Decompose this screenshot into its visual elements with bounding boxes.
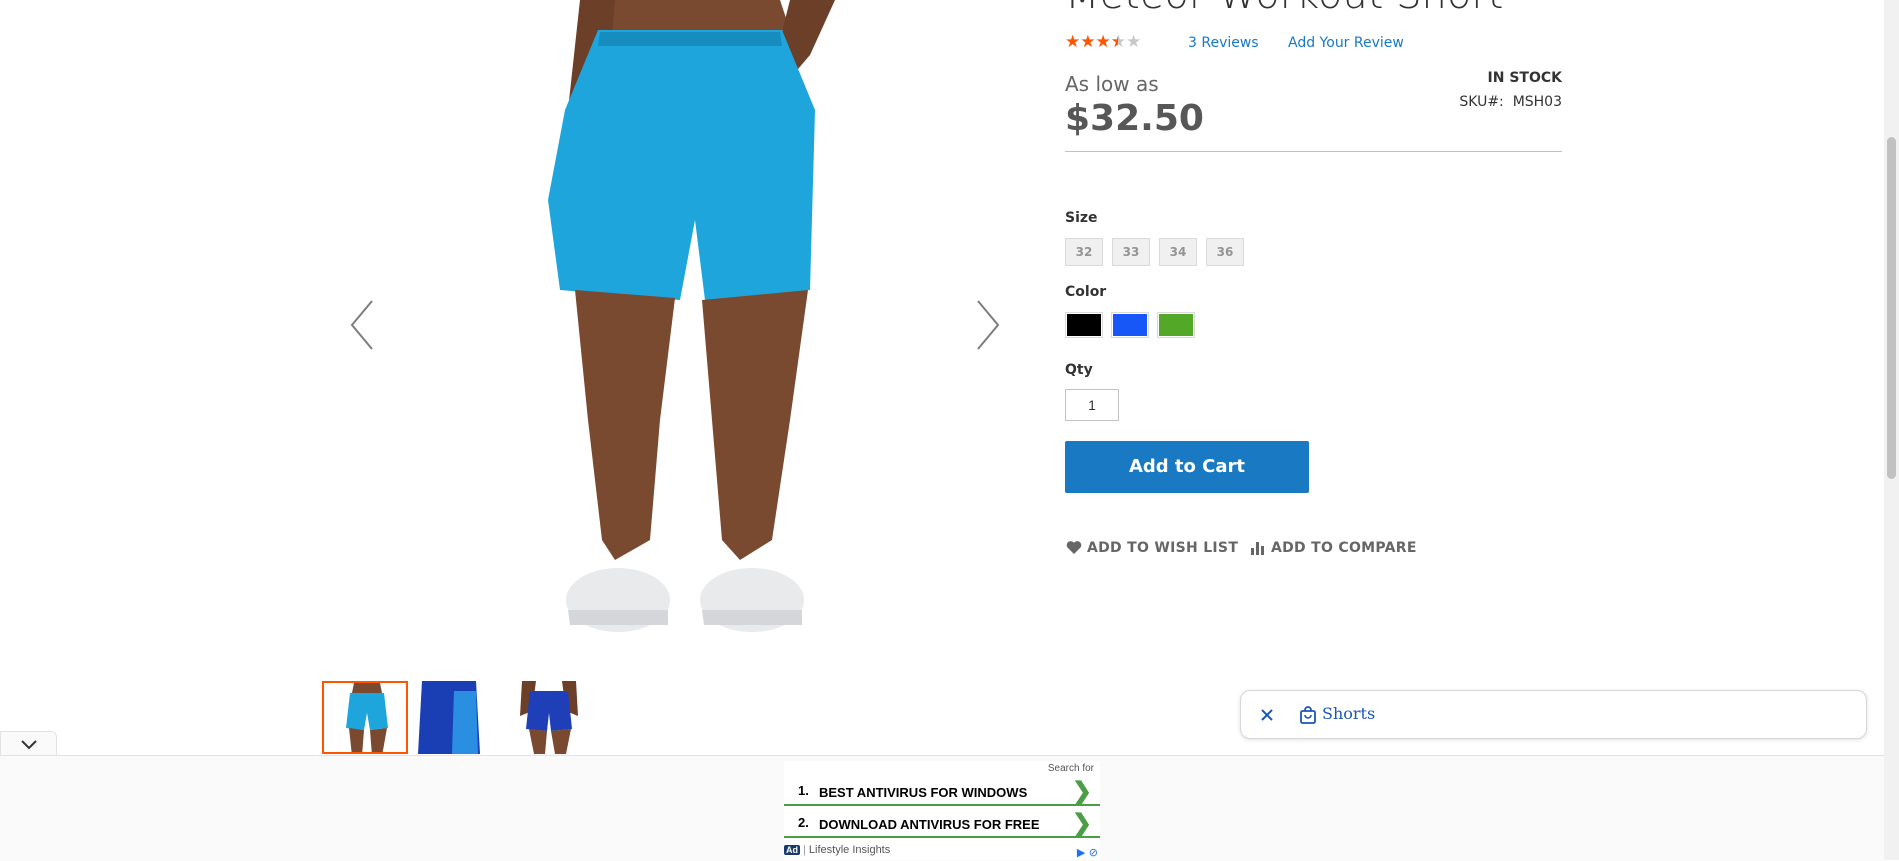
ad-item-2[interactable]: 2. DOWNLOAD ANTIVIRUS FOR FREE ❯ [784, 810, 1100, 838]
product-price: $32.50 [1065, 98, 1204, 139]
color-swatch-green[interactable] [1157, 312, 1195, 338]
ad-item-1[interactable]: 1. BEST ANTIVIRUS FOR WINDOWS ❯ [784, 778, 1100, 806]
chevron-right-icon: ❯ [1071, 810, 1092, 837]
star-icon: ★ [1095, 32, 1111, 52]
star-icon: ★ [1126, 32, 1142, 52]
add-to-compare-label: ADD TO COMPARE [1271, 540, 1417, 556]
gallery-next-arrow[interactable] [968, 295, 1008, 355]
add-to-wishlist-label: ADD TO WISH LIST [1087, 540, 1239, 556]
color-swatch-black[interactable] [1065, 312, 1103, 338]
qty-input[interactable] [1065, 389, 1119, 421]
chevron-down-icon [21, 740, 37, 750]
add-to-wishlist-link[interactable]: ADD TO WISH LIST [1066, 540, 1238, 556]
search-chip-text[interactable]: Shorts [1322, 704, 1375, 723]
ad-item-number: 1. [798, 783, 809, 798]
product-title: Meteor Workout Short [1065, 0, 1503, 18]
sku: SKU#: MSH03 [1459, 94, 1562, 110]
ad-item-number: 2. [798, 815, 809, 830]
ad-item-text: BEST ANTIVIRUS FOR WINDOWS [819, 785, 1028, 800]
stock-status: IN STOCK [1487, 70, 1562, 86]
ad-unit: Search for 1. BEST ANTIVIRUS FOR WINDOWS… [784, 761, 1100, 860]
shopping-bag-icon [1298, 705, 1318, 725]
scrollbar-thumb[interactable] [1887, 137, 1896, 479]
chevron-left-icon [350, 300, 373, 350]
size-option-32[interactable]: 32 [1065, 238, 1103, 266]
search-chip: Shorts [1240, 690, 1867, 739]
rating-stars: ★★★★★★ [1065, 32, 1141, 52]
thumbnail-2[interactable] [414, 681, 500, 754]
divider [1065, 151, 1562, 152]
adchoices-icon[interactable]: ▶ ⊘ [1077, 846, 1098, 859]
size-option-33[interactable]: 33 [1112, 238, 1150, 266]
ad-footer: Ad | Lifestyle Insights [784, 844, 891, 856]
heart-icon [1066, 541, 1082, 554]
ad-source[interactable]: Lifestyle Insights [809, 844, 890, 856]
size-option-36[interactable]: 36 [1206, 238, 1244, 266]
size-option-34[interactable]: 34 [1159, 238, 1197, 266]
chevron-right-icon [977, 300, 1000, 350]
bar-chart-icon [1251, 542, 1264, 555]
add-to-cart-button[interactable]: Add to Cart [1065, 441, 1309, 493]
add-review-link[interactable]: Add Your Review [1288, 35, 1404, 51]
gallery-thumbnails [322, 681, 592, 754]
product-main-image[interactable] [490, 0, 900, 675]
ad-badge: Ad [784, 845, 800, 855]
half-star-icon: ★★ [1110, 32, 1126, 52]
add-to-compare-link[interactable]: ADD TO COMPARE [1250, 540, 1417, 556]
reviews-link[interactable]: 3 Reviews [1188, 35, 1259, 51]
price-prefix: As low as [1065, 72, 1159, 96]
ad-collapse-toggle[interactable] [0, 731, 57, 755]
gallery-prev-arrow[interactable] [342, 295, 382, 355]
color-label: Color [1065, 284, 1107, 300]
ad-search-for-label: Search for [1047, 763, 1094, 774]
thumbnail-1[interactable] [322, 681, 408, 754]
chevron-right-icon: ❯ [1071, 778, 1092, 805]
color-swatch-blue[interactable] [1111, 312, 1149, 338]
size-label: Size [1065, 210, 1098, 226]
sku-value: MSH03 [1512, 94, 1562, 110]
star-icon: ★ [1065, 32, 1081, 52]
sku-label: SKU#: [1459, 94, 1504, 110]
thumbnail-3[interactable] [506, 681, 592, 754]
qty-label: Qty [1065, 362, 1093, 378]
close-icon[interactable] [1257, 705, 1277, 725]
star-icon: ★ [1080, 32, 1096, 52]
ad-item-text: DOWNLOAD ANTIVIRUS FOR FREE [819, 817, 1040, 832]
